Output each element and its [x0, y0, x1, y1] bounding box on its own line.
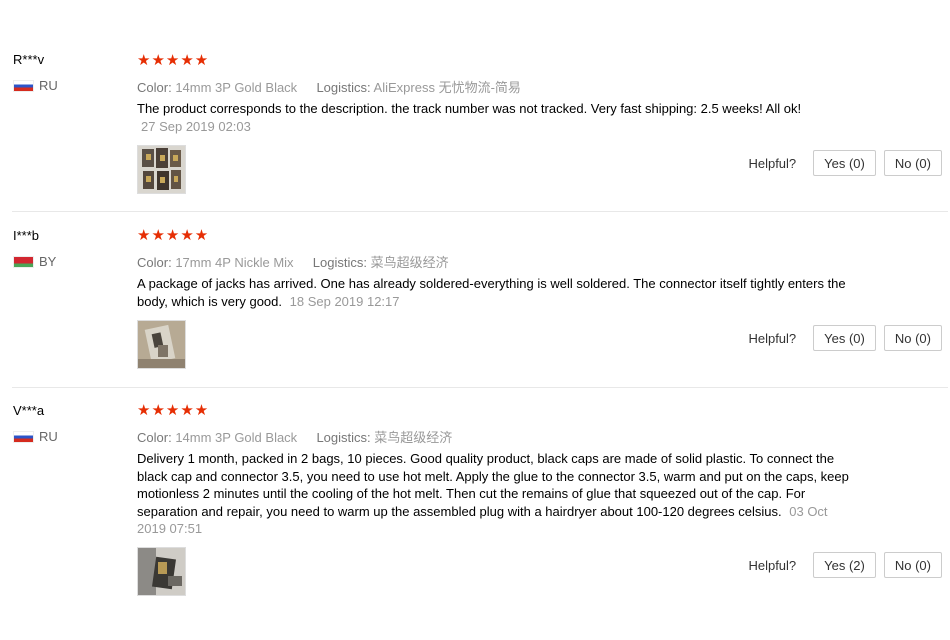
review-photo-thumbnail[interactable]	[137, 145, 186, 194]
helpful-label: Helpful?	[748, 155, 797, 171]
color-label: Color:	[137, 80, 172, 95]
review-item: R***v RU ★★★★★ Color: 14mm 3P Gold Black…	[0, 0, 950, 212]
yes-vote-button[interactable]: Yes (0)	[813, 325, 876, 351]
logistics-value: 菜鸟超级经济	[370, 255, 449, 270]
review-item: I***b BY ★★★★★ Color: 17mm 4P Nickle Mix…	[0, 212, 950, 388]
belarus-flag-icon	[13, 255, 34, 268]
logistics-label: Logistics:	[316, 80, 371, 95]
color-label: Color:	[137, 255, 172, 270]
color-value: 17mm 4P Nickle Mix	[175, 255, 294, 270]
review-date: 27 Sep 2019 02:03	[141, 118, 251, 134]
review-date: 18 Sep 2019 12:17	[289, 293, 400, 309]
reviewer-country: BY	[13, 254, 56, 269]
review-text-block: Delivery 1 month, packed in 2 bags, 10 p…	[137, 450, 852, 538]
photo-image	[138, 146, 185, 193]
review-text: The product corresponds to the descripti…	[137, 101, 802, 116]
logistics-label: Logistics:	[316, 430, 371, 445]
russia-flag-icon	[13, 430, 34, 443]
photo-image	[138, 548, 185, 595]
helpful-label: Helpful?	[748, 330, 797, 346]
no-vote-button[interactable]: No (0)	[883, 325, 942, 351]
reviewer-country: RU	[13, 429, 58, 444]
helpful-vote: Helpful? Yes (0) No (0)	[748, 150, 942, 176]
russia-flag-icon	[13, 79, 34, 92]
no-vote-button[interactable]: No (0)	[883, 552, 942, 578]
star-rating: ★★★★★	[137, 52, 210, 69]
sku-info: Color: 14mm 3P Gold Black Logistics: 菜鸟超…	[137, 427, 452, 446]
reviewer-country: RU	[13, 78, 58, 93]
review-photo-thumbnail[interactable]	[137, 320, 186, 369]
yes-vote-button[interactable]: Yes (2)	[813, 552, 876, 578]
sku-info: Color: 17mm 4P Nickle Mix Logistics: 菜鸟超…	[137, 252, 449, 271]
country-code: BY	[39, 254, 57, 269]
review-text-block: A package of jacks has arrived. One has …	[137, 275, 852, 310]
star-rating: ★★★★★	[137, 402, 210, 419]
country-code: RU	[39, 78, 58, 93]
review-photo-thumbnail[interactable]	[137, 547, 186, 596]
helpful-label: Helpful?	[748, 557, 797, 573]
photo-image	[138, 321, 185, 368]
review-text: A package of jacks has arrived. One has …	[137, 276, 846, 309]
country-code: RU	[39, 429, 58, 444]
color-value: 14mm 3P Gold Black	[175, 80, 298, 95]
yes-vote-button[interactable]: Yes (0)	[813, 150, 876, 176]
color-value: 14mm 3P Gold Black	[175, 430, 298, 445]
logistics-value: 菜鸟超级经济	[374, 430, 453, 445]
reviewer-name: V***a	[13, 403, 45, 418]
review-item: V***a RU ★★★★★ Color: 14mm 3P Gold Black…	[0, 388, 950, 640]
review-text: Delivery 1 month, packed in 2 bags, 10 p…	[137, 451, 849, 519]
review-text-block: The product corresponds to the descripti…	[137, 100, 852, 135]
color-label: Color:	[137, 430, 172, 445]
helpful-vote: Helpful? Yes (2) No (0)	[748, 552, 942, 578]
star-rating: ★★★★★	[137, 227, 210, 244]
logistics-value: AliExpress 无忧物流-简易	[373, 80, 521, 95]
helpful-vote: Helpful? Yes (0) No (0)	[748, 325, 942, 351]
logistics-label: Logistics:	[312, 255, 367, 270]
sku-info: Color: 14mm 3P Gold Black Logistics: Ali…	[137, 77, 521, 96]
no-vote-button[interactable]: No (0)	[883, 150, 942, 176]
reviewer-name: I***b	[13, 228, 40, 243]
reviewer-name: R***v	[13, 52, 45, 67]
